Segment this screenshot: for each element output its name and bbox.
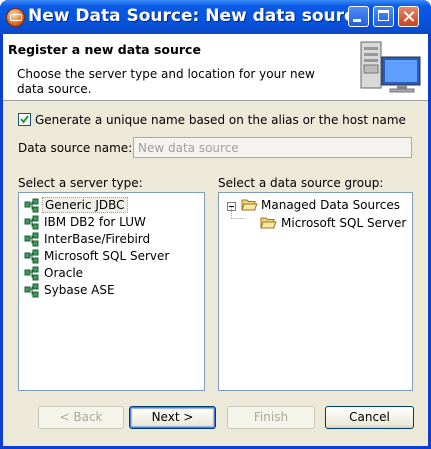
title-bar[interactable]: New Data Source: New data source: [0, 0, 431, 34]
database-driver-icon: [24, 215, 39, 230]
generate-unique-name-checkbox[interactable]: [18, 113, 31, 126]
server-type-list[interactable]: Generic JDBC IBM DB2 for LUW InterBase/F…: [18, 192, 205, 391]
wizard-title: Register a new data source: [8, 42, 201, 57]
list-item-label: InterBase/Firebird: [44, 232, 151, 246]
list-item-label: Sybase ASE: [44, 283, 115, 297]
generate-unique-name-label[interactable]: Generate a unique name based on the alia…: [35, 113, 406, 127]
wizard-description: Choose the server type and location for …: [17, 67, 315, 96]
database-driver-icon: [24, 283, 39, 298]
tree-node-microsoft-sql-server[interactable]: Microsoft SQL Server: [219, 215, 409, 232]
wizard-header: Register a new data source Choose the se…: [3, 34, 428, 101]
app-icon[interactable]: [6, 8, 25, 27]
database-driver-icon: [24, 232, 39, 247]
dialog-client-area: Register a new data source Choose the se…: [3, 34, 428, 446]
tree-node-label: Microsoft SQL Server: [281, 216, 407, 230]
list-item-label: IBM DB2 for LUW: [44, 215, 146, 229]
minimize-button[interactable]: [348, 6, 369, 27]
server-computer-icon: [360, 41, 421, 93]
database-driver-icon: [24, 249, 39, 264]
finish-button[interactable]: Finish: [227, 406, 315, 429]
database-driver-icon: [24, 198, 39, 213]
open-folder-icon: [260, 217, 277, 229]
data-source-name-field[interactable]: New data source: [133, 137, 412, 158]
window-title: New Data Source: New data source: [28, 6, 366, 26]
list-item-label: Microsoft SQL Server: [44, 249, 170, 263]
close-button[interactable]: [398, 6, 419, 27]
tree-node-managed-data-sources[interactable]: Managed Data Sources: [219, 197, 409, 214]
next-button[interactable]: Next >: [129, 406, 216, 429]
data-source-group-tree[interactable]: Managed Data Sources Microsoft SQL Serve…: [218, 192, 413, 391]
dialog-window: New Data Source: New data source Registe…: [0, 0, 431, 449]
data-source-name-label: Data source name:: [18, 141, 133, 155]
cancel-button[interactable]: Cancel: [325, 406, 414, 429]
data-source-group-label: Select a data source group:: [218, 176, 384, 190]
maximize-button[interactable]: [373, 6, 394, 27]
list-item-label: Oracle: [44, 266, 84, 280]
database-driver-icon: [24, 266, 39, 281]
back-button[interactable]: < Back: [38, 406, 124, 429]
list-item-label: Generic JDBC: [42, 197, 128, 213]
checkmark-icon: [20, 115, 29, 124]
server-type-label: Select a server type:: [18, 176, 143, 190]
tree-node-label: Managed Data Sources: [261, 198, 401, 212]
